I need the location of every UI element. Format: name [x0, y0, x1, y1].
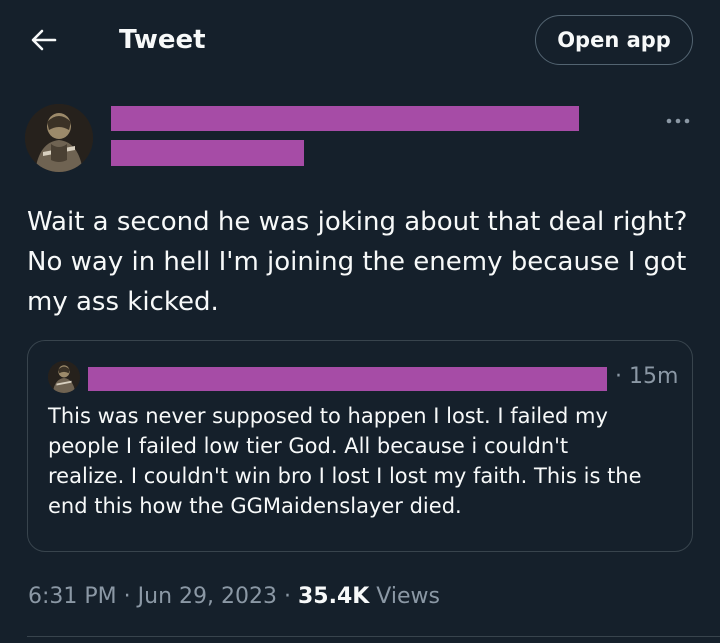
open-app-button[interactable]: Open app	[535, 15, 693, 65]
tweet-date: Jun 29, 2023	[137, 584, 277, 609]
redacted-display-name	[111, 106, 579, 131]
tweet-meta: 6:31 PM · Jun 29, 2023 · 35.4K Views	[28, 581, 440, 613]
tweet-text: Wait a second he was joking about that d…	[27, 207, 688, 317]
divider	[27, 636, 720, 637]
meta-separator: ·	[116, 584, 138, 609]
more-options-button[interactable]	[656, 108, 700, 134]
quote-avatar-image	[48, 361, 80, 393]
more-horizontal-icon	[666, 118, 690, 124]
tweet-time: 6:31 PM	[28, 584, 117, 609]
views-label: Views	[369, 584, 440, 609]
views-count[interactable]: 35.4K	[298, 584, 369, 609]
redacted-quote-author	[88, 367, 607, 391]
quote-text: This was never supposed to happen I lost…	[48, 404, 642, 518]
meta-separator: ·	[276, 584, 298, 609]
quoted-tweet[interactable]: · 15m This was never supposed to happen …	[27, 340, 693, 552]
redacted-username	[111, 140, 304, 166]
arrow-left-icon	[31, 29, 57, 51]
quote-timestamp: · 15m	[615, 364, 679, 389]
quote-avatar	[48, 361, 80, 393]
avatar[interactable]	[25, 104, 93, 172]
top-bar: Tweet Open app	[0, 0, 720, 80]
avatar-image	[25, 104, 93, 172]
page-title: Tweet	[119, 25, 206, 55]
back-button[interactable]	[26, 22, 62, 58]
